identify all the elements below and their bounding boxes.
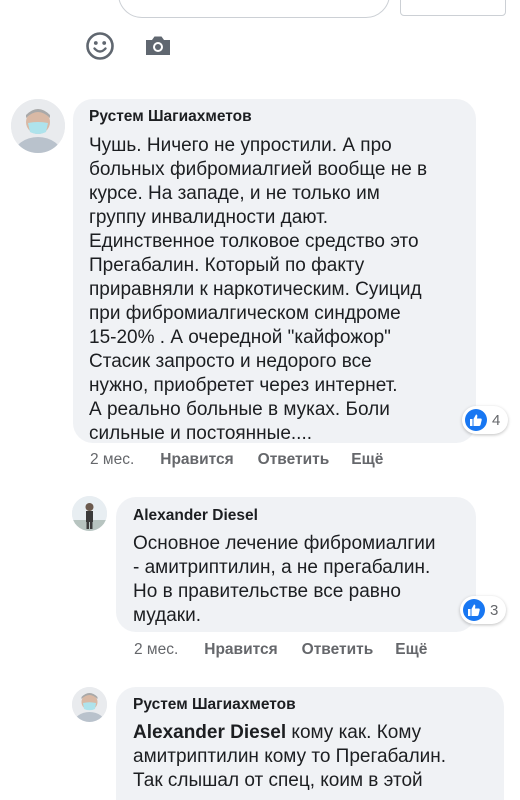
- comment-author[interactable]: Alexander Diesel: [133, 507, 258, 525]
- comment-actions: 2 мес. Нравится Ответить Ещё: [90, 451, 383, 469]
- reply-button[interactable]: Ответить: [258, 451, 330, 469]
- emoji-icon[interactable]: [85, 31, 115, 61]
- comment-text: Основное лечение фибромиалгии - амитрипт…: [133, 533, 436, 626]
- reply-button[interactable]: Ответить: [302, 641, 374, 659]
- reaction-badge[interactable]: 3: [460, 596, 507, 624]
- like-button[interactable]: Нравится: [160, 451, 233, 469]
- like-icon: [463, 599, 485, 621]
- avatar[interactable]: [72, 496, 107, 531]
- reaction-count: 3: [490, 601, 499, 619]
- more-button[interactable]: Ещё: [351, 451, 383, 469]
- timestamp[interactable]: 2 мес.: [90, 451, 134, 469]
- mention-link[interactable]: Alexander Diesel: [133, 722, 286, 743]
- comment-actions: 2 мес. Нравится Ответить Ещё: [134, 641, 427, 659]
- comment-author[interactable]: Рустем Шагиахметов: [89, 108, 252, 126]
- like-icon: [465, 409, 487, 431]
- comment-text: Чушь. Ничего не упростили. А про больных…: [89, 135, 428, 444]
- reaction-count: 4: [492, 411, 501, 429]
- post-button[interactable]: [400, 0, 506, 16]
- comment-input[interactable]: [118, 0, 390, 18]
- comment-text: Alexander Diesel кому как. Кому амитрипт…: [133, 721, 446, 793]
- more-button[interactable]: Ещё: [395, 641, 427, 659]
- camera-icon[interactable]: [143, 31, 173, 61]
- comment-author[interactable]: Рустем Шагиахметов: [133, 696, 296, 714]
- timestamp[interactable]: 2 мес.: [134, 641, 178, 659]
- avatar[interactable]: [11, 99, 65, 153]
- reaction-badge[interactable]: 4: [462, 406, 509, 434]
- avatar[interactable]: [72, 687, 107, 722]
- like-button[interactable]: Нравится: [204, 641, 277, 659]
